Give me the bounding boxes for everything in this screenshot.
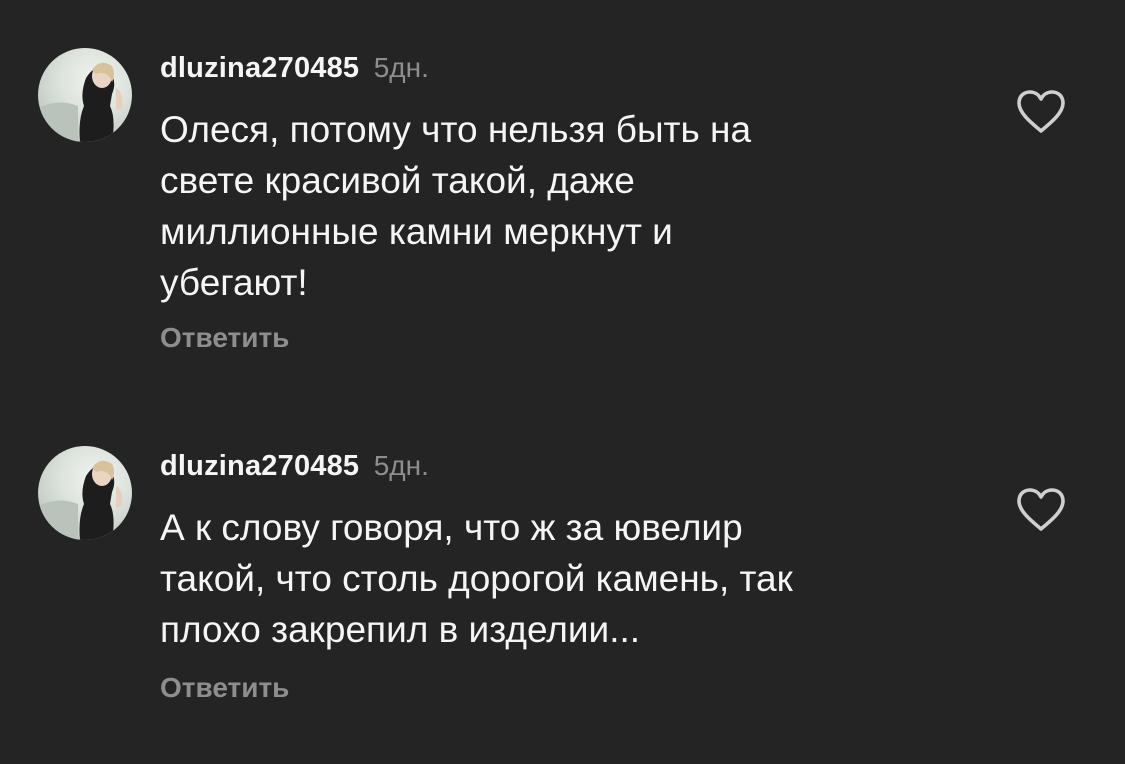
comment-text: Олеся, потому что нельзя быть на свете к… — [160, 109, 752, 303]
timestamp: 5дн. — [373, 450, 429, 481]
avatar[interactable] — [38, 446, 132, 540]
timestamp: 5дн. — [373, 52, 429, 83]
avatar[interactable] — [38, 48, 132, 142]
username-link[interactable]: dluzina270485 — [160, 52, 359, 84]
heart-outline-icon[interactable] — [1015, 89, 1067, 135]
comment-text: А к слову говоря, что ж за ювелир такой,… — [160, 507, 793, 650]
reply-button[interactable]: Ответить — [160, 322, 289, 354]
comment-header: dluzina270485 5дн. — [160, 448, 429, 484]
heart-outline-icon[interactable] — [1015, 487, 1067, 533]
reply-button[interactable]: Ответить — [160, 672, 289, 704]
username-link[interactable]: dluzina270485 — [160, 450, 359, 482]
comment-header: dluzina270485 5дн. — [160, 50, 429, 86]
